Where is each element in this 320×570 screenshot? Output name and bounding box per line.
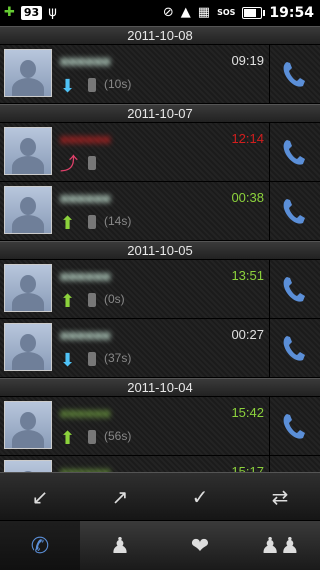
avatar[interactable]: [4, 460, 52, 472]
call-log-row[interactable]: ■■■■■■ 00:27 ⬇ (37s): [0, 319, 320, 378]
call-back-button[interactable]: [269, 123, 320, 181]
avatar[interactable]: [4, 49, 52, 97]
battery-icon: [242, 7, 266, 19]
call-duration: (0s): [104, 292, 125, 306]
status-bar: ✚ 93 ψ ⊘ ▲ ▦ SOS 19:54: [0, 0, 320, 26]
call-log-row[interactable]: ■■■■■■ 09:19 ⬇ (10s): [0, 45, 320, 104]
contact-name-blurred: ■■■■■■: [60, 131, 111, 147]
call-log-row[interactable]: ■■■■■■ 12:14 ⤴: [0, 123, 320, 182]
phone-handset-icon: [283, 336, 305, 361]
mobile-phone-icon: [88, 215, 98, 231]
contact-name-blurred: ■■■■■■: [60, 268, 111, 284]
call-back-button[interactable]: [269, 319, 320, 377]
wifi-icon: ▲: [180, 5, 191, 20]
all-calls-filter-icon: ⇄: [271, 486, 289, 509]
call-duration: (37s): [104, 351, 132, 365]
call-duration: (14s): [104, 214, 132, 228]
call-time: 09:19: [231, 53, 264, 68]
mobile-phone-icon: [88, 293, 98, 309]
tab-call-log[interactable]: ✆: [0, 521, 80, 570]
call-duration: (56s): [104, 429, 132, 443]
person-icon: ♟: [110, 532, 130, 558]
call-log-row[interactable]: ■■■■■■ 15:42 ⬆ (56s): [0, 397, 320, 456]
all-calls-filter-button[interactable]: ⇄: [240, 473, 320, 521]
outgoing-filter-icon: ↗: [111, 486, 129, 509]
call-duration: (10s): [104, 77, 132, 91]
call-log-row[interactable]: ■■■■■■ 00:38 ⬆ (14s): [0, 182, 320, 241]
tab-groups[interactable]: ♟♟: [240, 521, 320, 570]
clock: 19:54: [269, 5, 314, 21]
tab-contacts[interactable]: ♟: [80, 521, 160, 570]
phone-handset-icon: [283, 140, 305, 165]
filter-bar: ↙ ↗ ✓ ⇄: [0, 472, 320, 521]
call-time: 15:42: [231, 405, 264, 420]
avatar[interactable]: [4, 186, 52, 234]
call-back-button[interactable]: [269, 260, 320, 318]
phone-handset-icon: ✆: [30, 532, 50, 558]
usb-icon: ψ: [48, 5, 57, 20]
app-notification-icon: ✚: [4, 5, 15, 20]
contact-name-blurred: ■■■■■■: [60, 464, 111, 472]
tab-favorites[interactable]: ❤: [160, 521, 240, 570]
call-time: 00:38: [231, 190, 264, 205]
phone-handset-icon: [283, 277, 305, 302]
avatar[interactable]: [4, 323, 52, 371]
contact-name-blurred: ■■■■■■: [60, 327, 111, 343]
call-back-button[interactable]: [269, 45, 320, 103]
outgoing-call-icon: ⬆: [60, 428, 76, 448]
mute-icon: ⊘: [162, 5, 174, 20]
heart-icon: ❤: [190, 532, 210, 558]
missed-filter-icon: ✓: [191, 486, 209, 509]
call-back-button[interactable]: [269, 182, 320, 240]
incoming-call-icon: ⬇: [60, 76, 76, 96]
call-time: 15:17: [231, 464, 264, 472]
sd-card-icon: ▦: [197, 5, 211, 20]
contact-name-blurred: ■■■■■■: [60, 53, 111, 69]
outgoing-filter-button[interactable]: ↗: [80, 473, 160, 521]
mobile-phone-icon: [88, 430, 98, 446]
call-back-button[interactable]: [269, 456, 320, 472]
mobile-phone-icon: [88, 156, 98, 172]
date-header: 2011-10-08: [0, 26, 320, 45]
phone-handset-icon: [283, 199, 305, 224]
tab-bar: ✆ ♟ ❤ ♟♟: [0, 520, 320, 570]
date-header: 2011-10-04: [0, 378, 320, 397]
call-back-button[interactable]: [269, 397, 320, 455]
mobile-phone-icon: [88, 352, 98, 368]
contact-name-blurred: ■■■■■■: [60, 405, 111, 421]
call-time: 13:51: [231, 268, 264, 283]
date-header: 2011-10-07: [0, 104, 320, 123]
phone-handset-icon: [283, 62, 305, 87]
call-log-list[interactable]: 2011-10-08 ■■■■■■ 09:19 ⬇ (10s) 2011-10-07 ■■■…: [0, 26, 320, 472]
call-time: 00:27: [231, 327, 264, 342]
call-log-row[interactable]: ■■■■■■ 13:51 ⬆ (0s): [0, 260, 320, 319]
missed-filter-button[interactable]: ✓: [160, 473, 240, 521]
contact-name-blurred: ■■■■■■: [60, 190, 111, 206]
call-time: 12:14: [231, 131, 264, 146]
phone-handset-icon: [283, 414, 305, 439]
avatar[interactable]: [4, 401, 52, 449]
sos-icon: SOS: [217, 8, 236, 17]
outgoing-call-icon: ⬆: [60, 291, 76, 311]
incoming-filter-icon: ↙: [31, 486, 49, 509]
avatar[interactable]: [4, 264, 52, 312]
avatar[interactable]: [4, 127, 52, 175]
incoming-call-icon: ⬇: [60, 350, 76, 370]
outgoing-call-icon: ⬆: [60, 213, 76, 233]
missed-call-icon: ⤴: [60, 154, 78, 174]
mobile-phone-icon: [88, 78, 98, 94]
call-log-row[interactable]: ■■■■■■15:17⬆: [0, 456, 320, 472]
incoming-filter-button[interactable]: ↙: [0, 473, 80, 521]
group-icon: ♟♟: [260, 532, 300, 558]
date-header: 2011-10-05: [0, 241, 320, 260]
notification-count-badge: 93: [20, 6, 43, 20]
